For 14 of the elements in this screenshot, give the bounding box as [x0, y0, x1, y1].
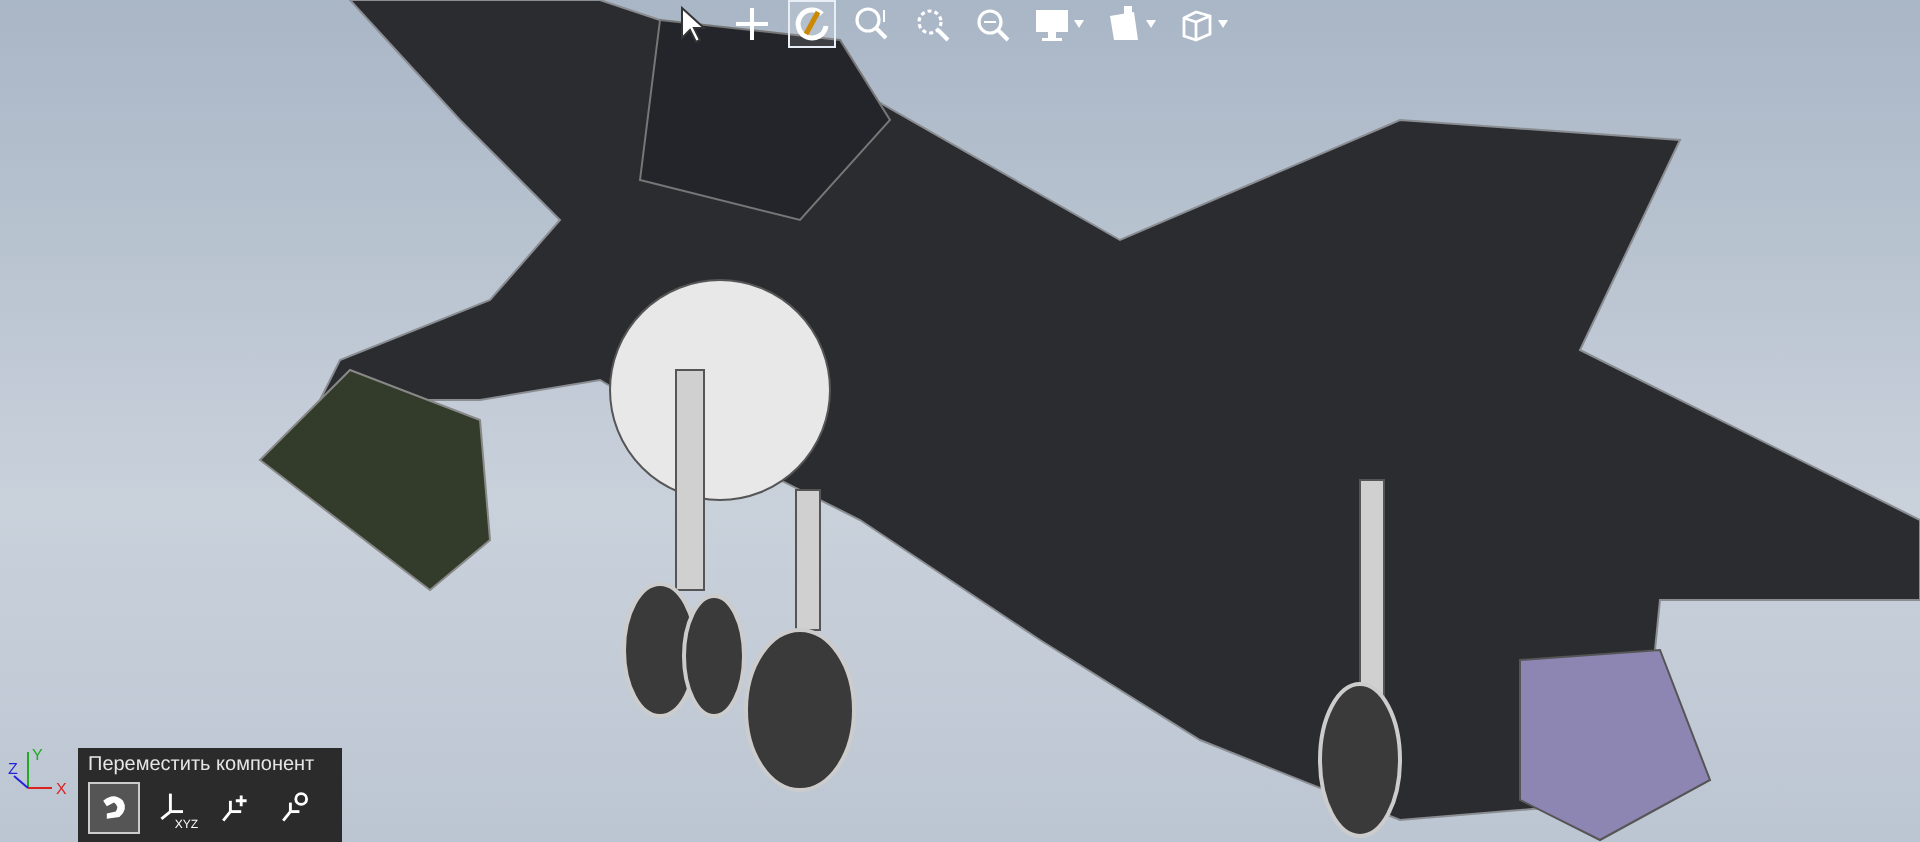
- zoom-fit-icon: [852, 4, 892, 44]
- y-axis-label: Y: [32, 746, 43, 764]
- zoom-icon: [972, 4, 1012, 44]
- rotate-tool-button[interactable]: [788, 0, 836, 48]
- panel-title: Переместить компонент: [86, 752, 317, 780]
- z-axis-label: Z: [8, 760, 18, 778]
- delta-icon: [216, 790, 252, 826]
- zoom-area-icon: [912, 4, 952, 44]
- position-icon: [276, 790, 312, 826]
- x-axis-label: X: [56, 780, 67, 798]
- free-drag-button[interactable]: [88, 782, 140, 834]
- pan-icon: [732, 4, 772, 44]
- rotate-icon: [792, 4, 832, 44]
- display-icon: [1032, 4, 1072, 44]
